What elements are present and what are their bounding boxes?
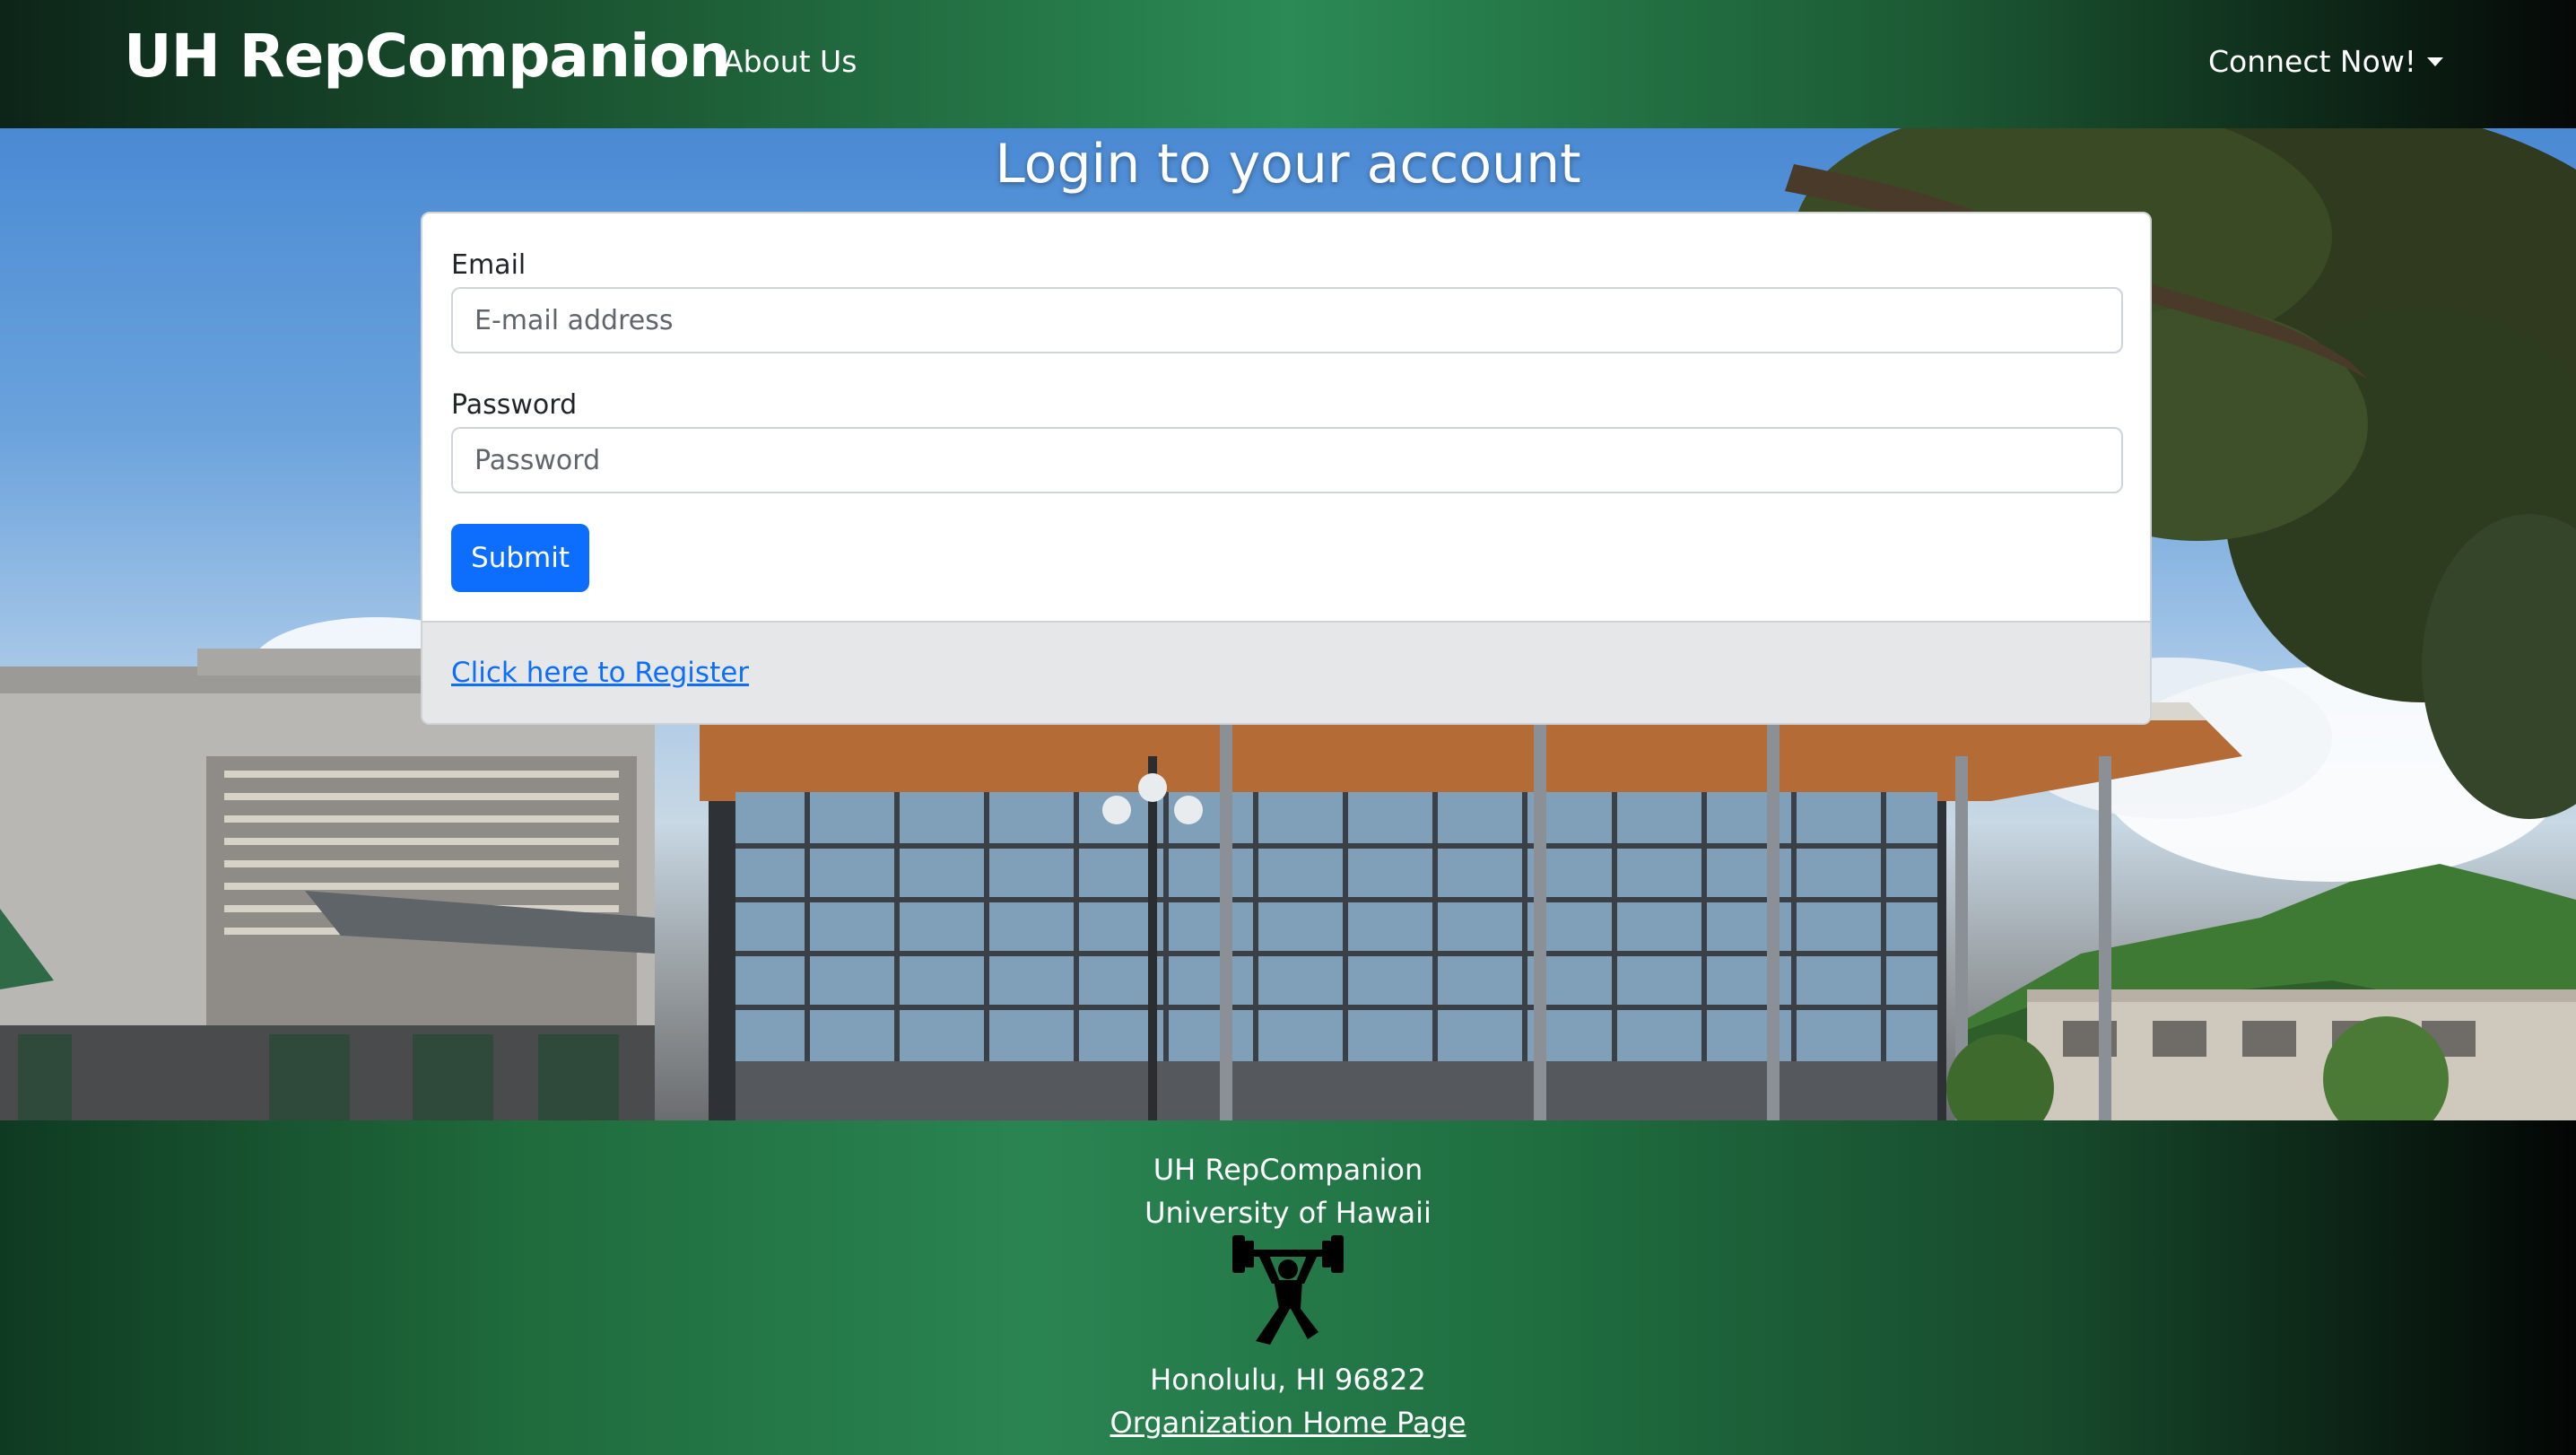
email-label: Email <box>451 249 527 281</box>
weightlifter-icon <box>1232 1235 1344 1345</box>
submit-button[interactable]: Submit <box>451 524 589 592</box>
password-field[interactable] <box>451 427 2123 493</box>
organization-home-page-link[interactable]: Organization Home Page <box>1110 1406 1466 1440</box>
login-title: Login to your account <box>995 133 1581 196</box>
connect-now-dropdown[interactable]: Connect Now! <box>2208 38 2444 86</box>
page-footer: UH RepCompanion University of Hawaii Hon… <box>0 1120 2576 1455</box>
brand-logo-text[interactable]: UH RepCompanion <box>124 16 731 97</box>
register-link[interactable]: Click here to Register <box>451 653 749 693</box>
top-navbar: UH RepCompanion About Us Connect Now! <box>0 0 2576 128</box>
password-label: Password <box>451 389 578 421</box>
login-card: Email Password Submit Click here to Regi… <box>421 212 2152 725</box>
footer-address: Honolulu, HI 96822 <box>1150 1363 1426 1397</box>
nav-about-us-link[interactable]: About Us <box>723 38 857 86</box>
footer-university: University of Hawaii <box>1144 1196 1432 1230</box>
email-field[interactable] <box>451 287 2123 353</box>
caret-down-icon <box>2427 57 2444 66</box>
card-footer: Click here to Register <box>422 621 2150 723</box>
footer-org-name: UH RepCompanion <box>1153 1153 1423 1187</box>
connect-now-label: Connect Now! <box>2208 44 2417 79</box>
footer-home-link-row: Organization Home Page <box>0 1402 2576 1443</box>
